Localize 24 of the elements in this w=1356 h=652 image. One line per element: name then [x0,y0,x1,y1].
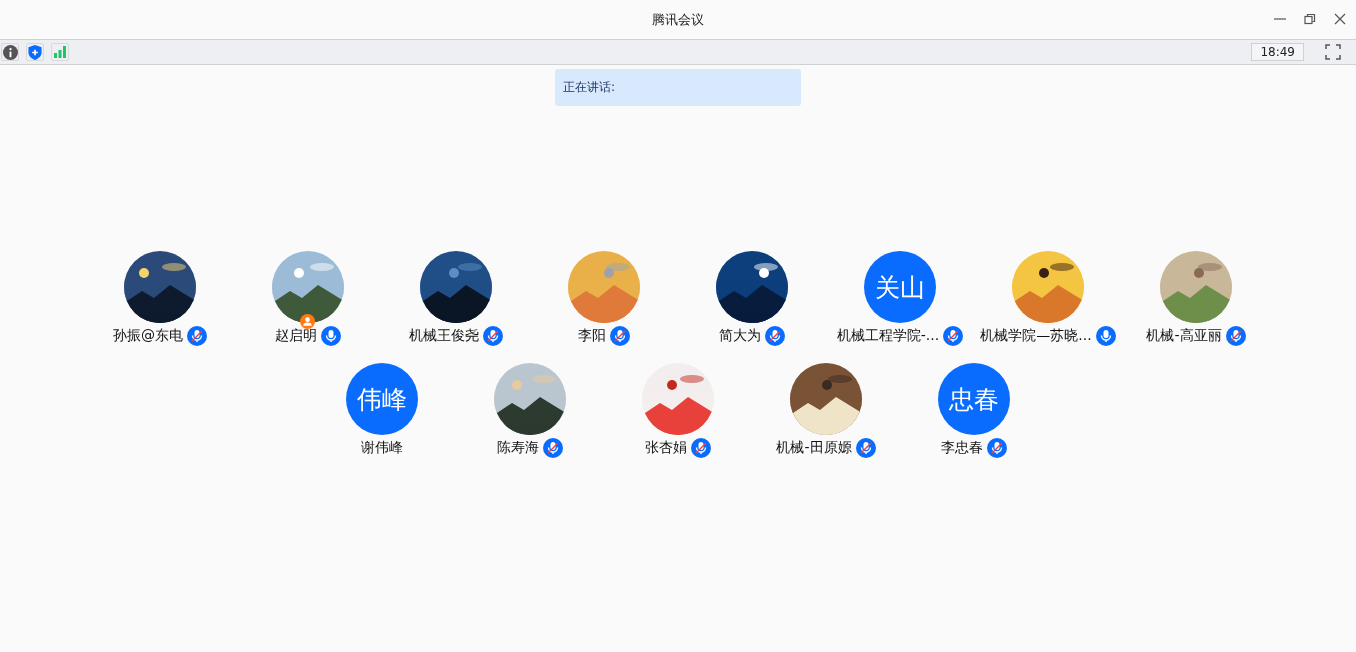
info-button[interactable] [1,43,19,61]
close-icon [1334,13,1346,25]
initials-avatar: 伟峰 [346,363,418,435]
window-title: 腾讯会议 [652,10,704,29]
participant-name: 李忠春 [941,439,983,457]
participant-name: 机械学院—苏晓... [980,327,1092,345]
participant-name: 张杏娟 [645,439,687,457]
fullscreen-icon[interactable] [1325,44,1341,60]
participant-name: 李阳 [578,327,606,345]
participant-name: 简大为 [719,327,761,345]
initials-avatar: 关山 [864,251,936,323]
initials-avatar: 忠春 [938,363,1010,435]
participant-name: 孙振@东电 [113,327,183,345]
participant-name: 机械工程学院-... [836,327,940,345]
participant-name: 赵启明 [275,327,317,345]
participant-name: 机械-田原嫄 [776,439,852,457]
participant-name: 陈寿海 [497,439,539,457]
participant-name: 机械王俊尧 [409,327,479,345]
restore-icon [1304,13,1316,25]
participant-name: 谢伟峰 [361,439,403,457]
shield-button[interactable] [26,43,44,61]
participant-name: 机械-高亚丽 [1146,327,1222,345]
meeting-clock: 18:49 [1251,43,1304,61]
speaking-banner: 正在讲话: [555,69,801,106]
